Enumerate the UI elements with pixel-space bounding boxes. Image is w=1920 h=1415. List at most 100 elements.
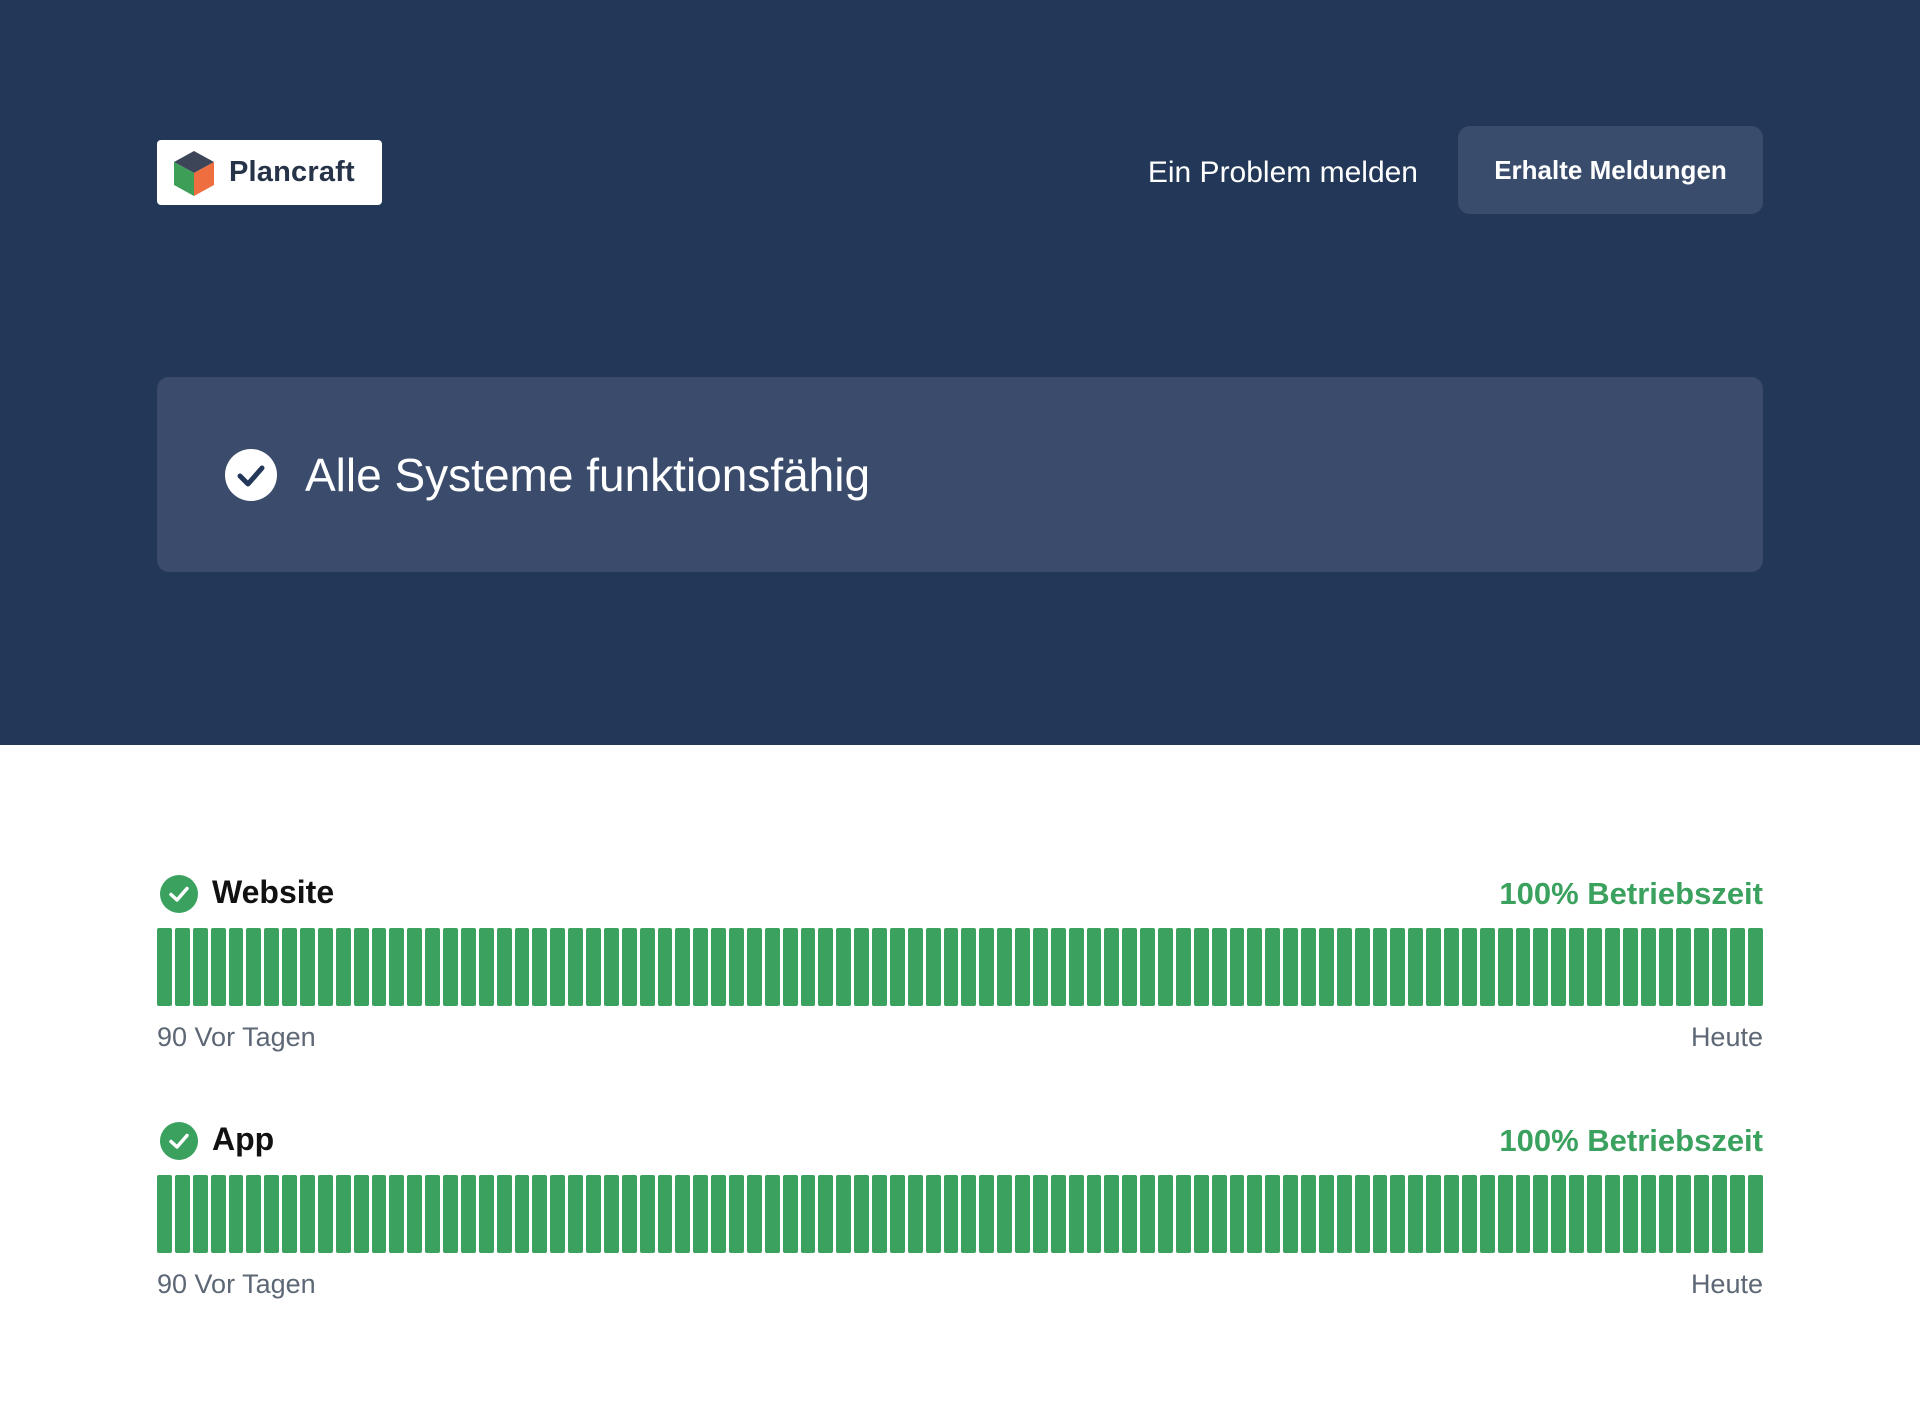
uptime-day-bar[interactable] <box>872 928 887 1006</box>
uptime-day-bar[interactable] <box>1479 1175 1495 1253</box>
uptime-day-bar[interactable] <box>1730 1175 1745 1253</box>
uptime-day-bar[interactable] <box>836 1175 852 1253</box>
uptime-day-bar[interactable] <box>836 928 852 1006</box>
uptime-day-bar[interactable] <box>1175 928 1191 1006</box>
uptime-day-bar[interactable] <box>246 928 262 1006</box>
uptime-day-bar[interactable] <box>157 1175 172 1253</box>
uptime-day-bar[interactable] <box>228 928 244 1006</box>
uptime-day-bar[interactable] <box>1086 1175 1102 1253</box>
uptime-day-bar[interactable] <box>496 928 512 1006</box>
uptime-day-bar[interactable] <box>1444 1175 1459 1253</box>
uptime-day-bar[interactable] <box>1318 1175 1334 1253</box>
uptime-day-bar[interactable] <box>407 928 423 1006</box>
uptime-day-bar[interactable] <box>854 1175 869 1253</box>
uptime-day-bar[interactable] <box>282 928 297 1006</box>
uptime-day-bar[interactable] <box>192 928 208 1006</box>
uptime-day-bar[interactable] <box>1461 928 1477 1006</box>
uptime-day-bar[interactable] <box>746 928 762 1006</box>
uptime-day-bar[interactable] <box>1390 1175 1406 1253</box>
uptime-day-bar[interactable] <box>1515 1175 1531 1253</box>
uptime-day-bar[interactable] <box>1283 928 1298 1006</box>
uptime-day-bar[interactable] <box>711 1175 726 1253</box>
uptime-day-bar[interactable] <box>1622 1175 1638 1253</box>
uptime-day-bar[interactable] <box>1193 928 1209 1006</box>
uptime-day-bar[interactable] <box>872 1175 887 1253</box>
uptime-day-bar[interactable] <box>997 928 1012 1006</box>
uptime-day-bar[interactable] <box>1050 928 1066 1006</box>
uptime-day-bar[interactable] <box>371 1175 387 1253</box>
subscribe-button[interactable]: Erhalte Meldungen <box>1458 126 1763 214</box>
uptime-day-bar[interactable] <box>693 1175 709 1253</box>
uptime-day-bar[interactable] <box>282 1175 297 1253</box>
uptime-day-bar[interactable] <box>729 1175 744 1253</box>
uptime-day-bar[interactable] <box>1158 1175 1173 1253</box>
uptime-day-bar[interactable] <box>943 928 959 1006</box>
uptime-day-bar[interactable] <box>460 1175 476 1253</box>
uptime-day-bar[interactable] <box>371 928 387 1006</box>
uptime-day-bar[interactable] <box>1336 928 1352 1006</box>
uptime-day-bar[interactable] <box>1104 928 1120 1006</box>
uptime-day-bar[interactable] <box>1050 1175 1066 1253</box>
uptime-day-bar[interactable] <box>1301 928 1316 1006</box>
uptime-day-bar[interactable] <box>586 928 601 1006</box>
uptime-day-bar[interactable] <box>1497 928 1513 1006</box>
uptime-day-bar[interactable] <box>532 1175 548 1253</box>
uptime-day-bar[interactable] <box>889 928 905 1006</box>
uptime-day-bar[interactable] <box>1533 1175 1549 1253</box>
uptime-day-bar[interactable] <box>711 928 726 1006</box>
uptime-day-bar[interactable] <box>389 928 405 1006</box>
uptime-day-bar[interactable] <box>478 928 494 1006</box>
uptime-day-bar[interactable] <box>532 928 548 1006</box>
uptime-day-bar[interactable] <box>979 1175 995 1253</box>
uptime-day-bar[interactable] <box>1479 928 1495 1006</box>
uptime-day-bar[interactable] <box>1068 1175 1084 1253</box>
uptime-day-bar[interactable] <box>1372 1175 1388 1253</box>
uptime-day-bar[interactable] <box>1444 928 1459 1006</box>
uptime-day-bar[interactable] <box>443 928 458 1006</box>
uptime-day-bar[interactable] <box>460 928 476 1006</box>
uptime-day-bar[interactable] <box>1712 928 1727 1006</box>
uptime-day-bar[interactable] <box>496 1175 512 1253</box>
uptime-day-bar[interactable] <box>1247 1175 1263 1253</box>
uptime-day-bar[interactable] <box>568 1175 583 1253</box>
uptime-day-bar[interactable] <box>1122 928 1138 1006</box>
uptime-day-bar[interactable] <box>1318 928 1334 1006</box>
uptime-day-bar[interactable] <box>1694 1175 1710 1253</box>
uptime-day-bar[interactable] <box>1032 928 1048 1006</box>
uptime-day-bar[interactable] <box>389 1175 405 1253</box>
uptime-day-bar[interactable] <box>907 928 923 1006</box>
uptime-day-bar[interactable] <box>1408 928 1424 1006</box>
uptime-day-bar[interactable] <box>1569 1175 1584 1253</box>
uptime-day-bar[interactable] <box>300 1175 315 1253</box>
uptime-day-bar[interactable] <box>1712 1175 1727 1253</box>
uptime-day-bar[interactable] <box>264 1175 280 1253</box>
uptime-day-bar[interactable] <box>1104 1175 1120 1253</box>
uptime-day-bar[interactable] <box>192 1175 208 1253</box>
uptime-day-bar[interactable] <box>854 928 869 1006</box>
uptime-day-bar[interactable] <box>979 928 995 1006</box>
uptime-day-bar[interactable] <box>425 1175 440 1253</box>
uptime-day-bar[interactable] <box>1694 928 1710 1006</box>
uptime-day-bar[interactable] <box>1551 928 1567 1006</box>
brand-logo[interactable]: Plancraft <box>157 140 382 205</box>
uptime-day-bar[interactable] <box>639 928 655 1006</box>
uptime-day-bar[interactable] <box>1658 928 1674 1006</box>
uptime-day-bar[interactable] <box>693 928 709 1006</box>
uptime-day-bar[interactable] <box>1622 928 1638 1006</box>
uptime-day-bar[interactable] <box>210 928 226 1006</box>
uptime-day-bar[interactable] <box>1640 1175 1656 1253</box>
uptime-day-bar[interactable] <box>1533 928 1549 1006</box>
uptime-day-bar[interactable] <box>1569 928 1584 1006</box>
uptime-day-bar[interactable] <box>1461 1175 1477 1253</box>
uptime-day-bar[interactable] <box>1587 928 1602 1006</box>
uptime-day-bar[interactable] <box>818 1175 834 1253</box>
uptime-day-bar[interactable] <box>818 928 834 1006</box>
uptime-day-bar[interactable] <box>210 1175 226 1253</box>
uptime-day-bar[interactable] <box>1211 928 1227 1006</box>
uptime-day-bar[interactable] <box>1676 928 1692 1006</box>
uptime-day-bar[interactable] <box>1658 1175 1674 1253</box>
uptime-day-bar[interactable] <box>1140 928 1155 1006</box>
uptime-day-bar[interactable] <box>353 928 369 1006</box>
uptime-day-bar[interactable] <box>514 928 530 1006</box>
uptime-day-bar[interactable] <box>317 1175 333 1253</box>
